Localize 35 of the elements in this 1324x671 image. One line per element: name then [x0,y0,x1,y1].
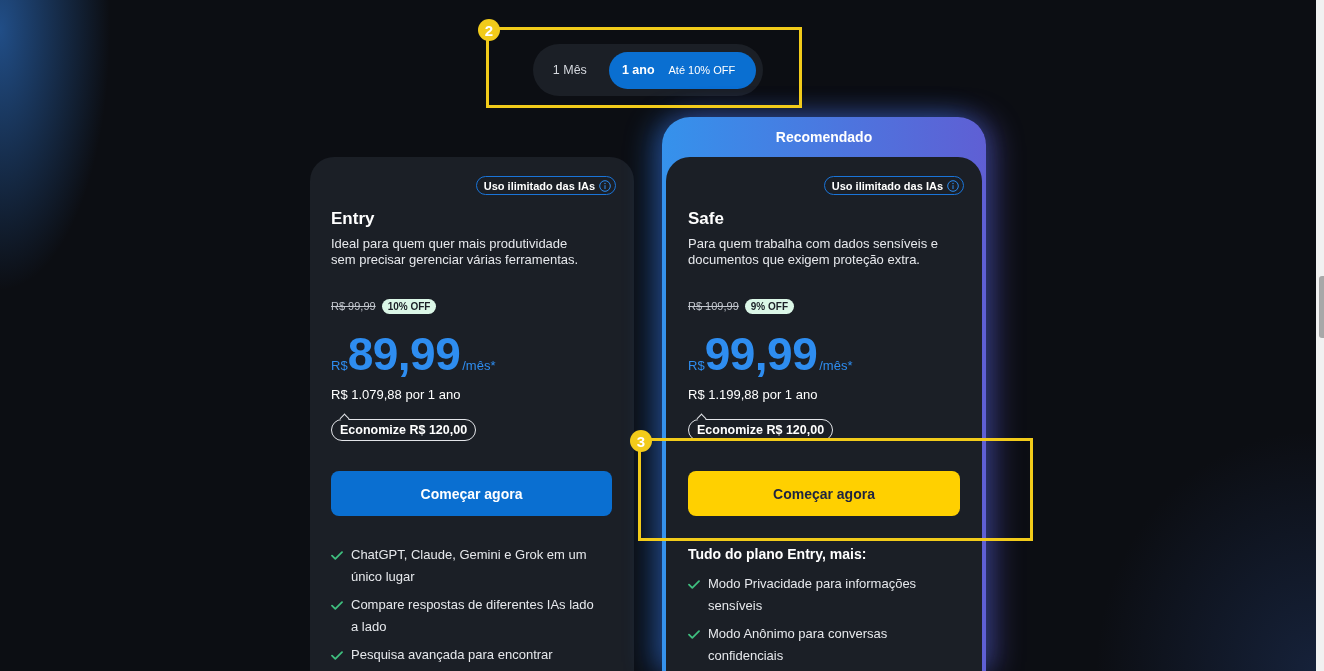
check-icon [331,601,343,610]
plan-description: Para quem trabalha com dados sensíveis e documentos que exigem proteção extra. [688,236,940,268]
start-button[interactable]: Começar agora [331,471,612,516]
recommended-label: Recomendado [774,128,874,147]
scrollbar-thumb[interactable] [1319,276,1324,338]
currency-symbol: R$ [331,358,348,373]
discount-badge: 10% OFF [381,298,437,314]
annual-total: R$ 1.079,88 por 1 ano [331,387,462,403]
billing-option[interactable]: 1 Mês [532,51,609,89]
billing-option[interactable]: 1 ano Até 10% OFF [608,51,757,89]
original-price: R$ 99,99 [331,300,376,312]
check-icon [331,651,343,660]
check-icon [688,580,700,589]
feature-text: Pesquisa avançada para encontrar [351,646,553,664]
feature-text: Modo Privacidade para informações sensíveis [708,575,918,615]
discount-badge: 9% OFF [744,298,794,314]
price-period: /mês* [819,358,853,373]
info-icon[interactable] [599,179,611,192]
original-price: R$ 109,99 [688,300,739,312]
currency-symbol: R$ [688,358,705,373]
price-amount: 99,99 [704,329,818,379]
check-icon [688,630,700,639]
plan-description: Ideal para quem quer mais produtividade sem precisar gerenciar várias ferramentas. [331,236,580,268]
price-amount: 89,99 [347,329,461,379]
plan-name: Entry [331,208,376,230]
features-heading: Tudo do plano Entry, mais: [688,545,868,564]
plan-name: Safe [688,208,725,230]
info-icon[interactable] [947,179,959,192]
price-period: /mês* [462,358,496,373]
feature-text: Compare respostas de diferentes IAs lado a lado [351,596,595,636]
annual-total: R$ 1.199,88 por 1 ano [688,387,819,403]
check-icon [331,551,343,560]
feature-text: Modo Anônimo para conversas confidenciais [708,625,889,665]
start-button[interactable]: Começar agora [688,471,960,516]
feature-text: ChatGPT, Claude, Gemini e Grok em um único lugar [351,546,588,586]
